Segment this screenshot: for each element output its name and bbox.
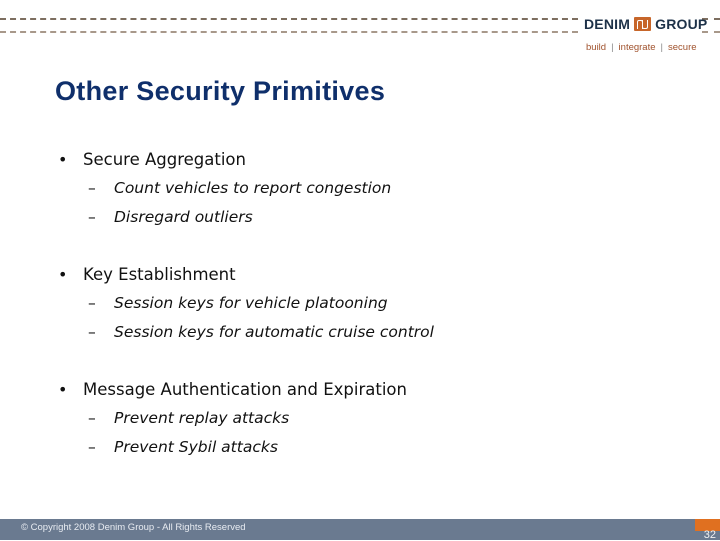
- subitem-text: Prevent replay attacks: [114, 409, 290, 427]
- dash-icon: –: [88, 323, 96, 341]
- subitem-text: Session keys for vehicle platooning: [114, 294, 388, 312]
- header-dashed-line-top: [0, 18, 578, 20]
- copyright-text: © Copyright 2008 Denim Group - All Right…: [21, 522, 246, 533]
- denim-group-mark-icon: [634, 17, 652, 31]
- subitem-text: Session keys for automatic cruise contro…: [114, 323, 434, 341]
- tagline-integrate: integrate: [618, 42, 656, 53]
- subitem: – Prevent Sybil attacks: [58, 434, 698, 463]
- tagline-build: build: [586, 42, 607, 53]
- bullet-icon: •: [58, 265, 68, 284]
- bullet-group: • Message Authentication and Expiration …: [58, 378, 698, 463]
- slide-body: • Secure Aggregation – Count vehicles to…: [58, 148, 698, 493]
- tagline-separator: |: [660, 42, 663, 53]
- subitem-text: Disregard outliers: [114, 208, 253, 226]
- subitem-text: Count vehicles to report congestion: [114, 179, 392, 197]
- bullet-text: Key Establishment: [83, 265, 236, 284]
- logo-text-right: GROUP: [655, 16, 708, 32]
- dash-icon: –: [88, 438, 96, 456]
- bullet-item: • Secure Aggregation: [58, 148, 698, 175]
- bullet-group: • Key Establishment – Session keys for v…: [58, 263, 698, 348]
- dash-icon: –: [88, 208, 96, 226]
- subitem: – Disregard outliers: [58, 204, 698, 233]
- subitem: – Session keys for vehicle platooning: [58, 290, 698, 319]
- dash-icon: –: [88, 179, 96, 197]
- subitem: – Count vehicles to report congestion: [58, 175, 698, 204]
- bullet-text: Message Authentication and Expiration: [83, 380, 407, 399]
- bullet-text: Secure Aggregation: [83, 150, 246, 169]
- dash-icon: –: [88, 294, 96, 312]
- bullet-item: • Key Establishment: [58, 263, 698, 290]
- bullet-group: • Secure Aggregation – Count vehicles to…: [58, 148, 698, 233]
- page-number: 32: [703, 529, 716, 541]
- logo-text-left: DENIM: [584, 16, 631, 32]
- slide-title: Other Security Primitives: [55, 76, 386, 106]
- logo-tagline: build | integrate | secure: [586, 42, 697, 53]
- tagline-separator: |: [611, 42, 614, 53]
- subitem: – Session keys for automatic cruise cont…: [58, 319, 698, 348]
- dash-icon: –: [88, 409, 96, 427]
- header-dashed-line-bottom: [0, 31, 578, 33]
- denim-group-logo: DENIM GROUP: [584, 16, 707, 32]
- subitem-text: Prevent Sybil attacks: [114, 438, 278, 456]
- tagline-secure: secure: [668, 42, 697, 53]
- subitem: – Prevent replay attacks: [58, 405, 698, 434]
- bullet-icon: •: [58, 380, 68, 399]
- footer-bar: © Copyright 2008 Denim Group - All Right…: [0, 519, 720, 541]
- bullet-icon: •: [58, 150, 68, 169]
- bullet-item: • Message Authentication and Expiration: [58, 378, 698, 405]
